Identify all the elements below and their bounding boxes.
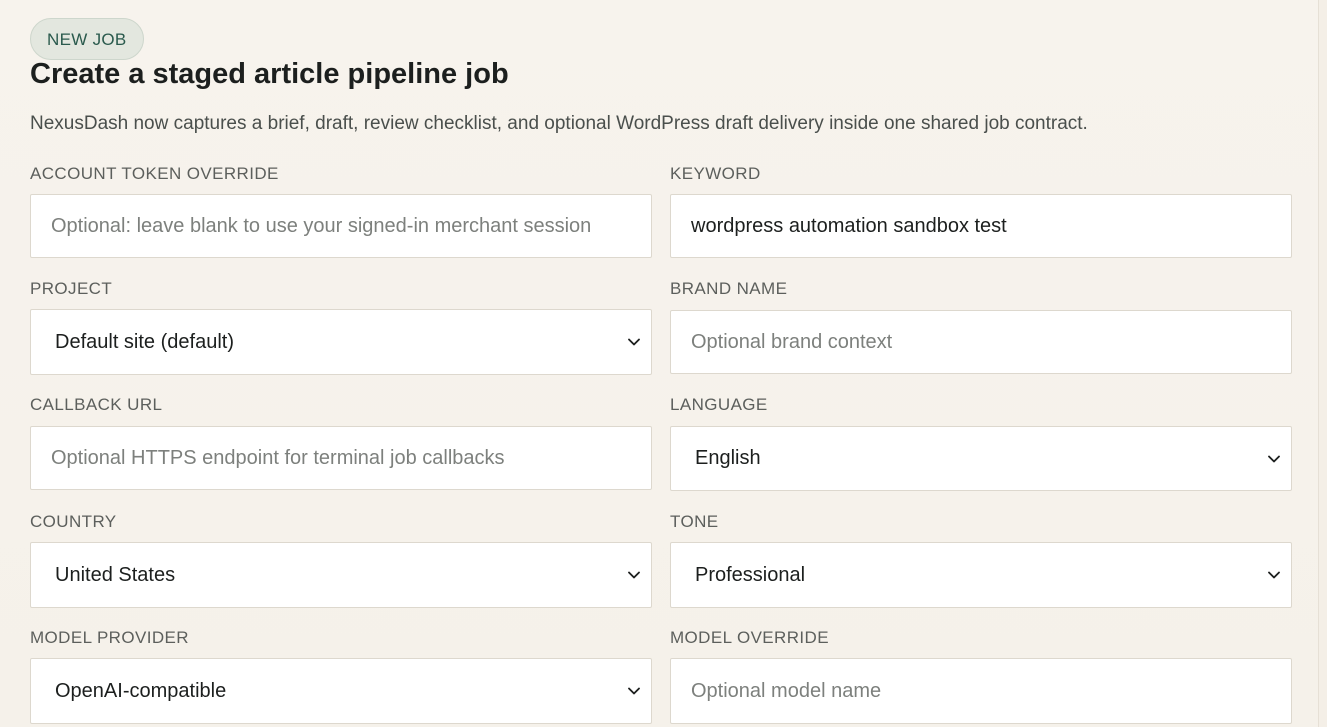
- country-select-value: United States: [55, 563, 176, 586]
- page-subtitle: NexusDash now captures a brief, draft, r…: [30, 113, 1088, 134]
- page-title: Create a staged article pipeline job: [30, 58, 509, 90]
- tone-label: TONE: [670, 512, 719, 531]
- model-provider-select[interactable]: OpenAI-compatible: [30, 658, 652, 724]
- account-token-input[interactable]: [30, 194, 652, 258]
- job-form-card: NEW JOB Create a staged article pipeline…: [0, 0, 1319, 727]
- project-label: PROJECT: [30, 279, 113, 298]
- account-token-label: ACCOUNT TOKEN OVERRIDE: [30, 164, 279, 183]
- model-override-label: MODEL OVERRIDE: [670, 628, 829, 647]
- language-select-value: English: [695, 447, 761, 469]
- project-select-value: Default site (default): [55, 330, 234, 353]
- keyword-input[interactable]: [670, 194, 1292, 258]
- tone-select[interactable]: Professional: [670, 542, 1292, 608]
- project-select[interactable]: Default site (default): [30, 309, 652, 375]
- model-override-input[interactable]: [670, 658, 1292, 724]
- keyword-label: KEYWORD: [670, 164, 761, 183]
- country-label: COUNTRY: [30, 512, 117, 531]
- callback-url-label: CALLBACK URL: [30, 395, 163, 414]
- language-label: LANGUAGE: [670, 395, 768, 414]
- model-provider-label: MODEL PROVIDER: [30, 628, 189, 647]
- chevron-down-icon: [627, 335, 641, 349]
- tone-select-value: Professional: [695, 563, 806, 586]
- chevron-down-icon: [1267, 452, 1281, 466]
- country-select[interactable]: United States: [30, 542, 652, 608]
- brand-name-label: BRAND NAME: [670, 279, 788, 298]
- chevron-down-icon: [627, 684, 641, 698]
- language-select[interactable]: English: [670, 426, 1292, 491]
- chevron-down-icon: [1267, 568, 1281, 582]
- callback-url-input[interactable]: [30, 426, 652, 490]
- brand-name-input[interactable]: [670, 310, 1292, 374]
- chevron-down-icon: [627, 568, 641, 582]
- model-provider-select-value: OpenAI-compatible: [55, 679, 227, 702]
